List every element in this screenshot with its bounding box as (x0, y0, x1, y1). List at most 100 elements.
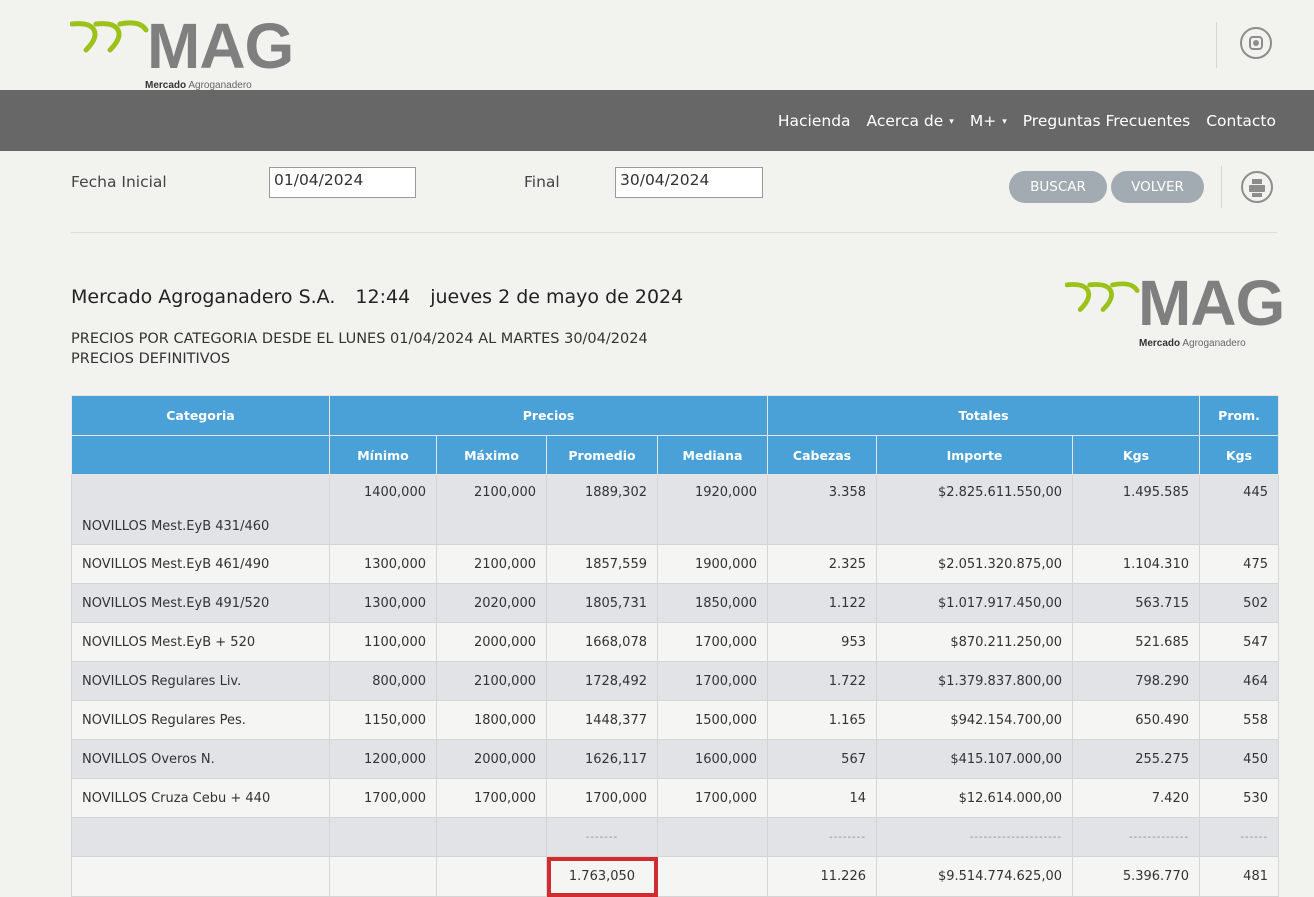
header-promedio[interactable]: Promedio (546, 435, 658, 475)
total-importe: $9.514.774.625,00 (876, 856, 1073, 897)
cell-importe: $12.614.000,00 (876, 778, 1073, 818)
cell-prom-kgs: 530 (1199, 778, 1279, 818)
cell-minimo: 1150,000 (329, 700, 437, 740)
fecha-inicial-input[interactable]: 01/04/2024 (269, 167, 416, 198)
mag-logo-icon (70, 20, 149, 53)
table-separator-row: ------- -------- -------------------- --… (71, 817, 1279, 857)
header-cabezas[interactable]: Cabezas (767, 435, 877, 475)
header-prom-kgs[interactable]: Kgs (1199, 435, 1279, 475)
cell-cabezas: 567 (767, 739, 877, 779)
fecha-inicial-label: Fecha Inicial (71, 173, 167, 191)
cell-importe: $942.154.700,00 (876, 700, 1073, 740)
cell-categoria: NOVILLOS Cruza Cebu + 440 (71, 778, 330, 818)
cell-dash-kgs: ------------- (1072, 817, 1200, 857)
header-maximo[interactable]: Máximo (436, 435, 547, 475)
cell-categoria: NOVILLOS Mest.EyB 431/460 (71, 474, 330, 545)
cell-categoria: NOVILLOS Overos N. (71, 739, 330, 779)
cell-importe: $2.825.611.550,00 (876, 474, 1073, 545)
header-categoria[interactable]: Categoria (71, 395, 330, 436)
brand-wordmark: MAG (147, 10, 294, 82)
toolbar-divider (1221, 166, 1222, 208)
cell-minimo: 1400,000 (329, 474, 437, 545)
cell-blank (71, 817, 330, 857)
cell-importe: $870.211.250,00 (876, 622, 1073, 662)
cell-cabezas: 1.722 (767, 661, 877, 701)
cell-prom-kgs: 558 (1199, 700, 1279, 740)
chevron-down-icon: ▾ (1002, 116, 1007, 127)
cell-cabezas: 3.358 (767, 474, 877, 545)
cell-dash-importe: -------------------- (876, 817, 1073, 857)
table-row: NOVILLOS Mest.EyB 491/520 1300,000 2020,… (71, 583, 1279, 623)
nav-contacto[interactable]: Contacto (1206, 112, 1276, 130)
table-row: NOVILLOS Mest.EyB + 520 1100,000 2000,00… (71, 622, 1279, 662)
cell-promedio: 1889,302 (546, 474, 658, 545)
cell-blank (436, 856, 547, 897)
table-row: NOVILLOS Regulares Pes. 1150,000 1800,00… (71, 700, 1279, 740)
cell-blank (329, 817, 437, 857)
cell-promedio: 1626,117 (546, 739, 658, 779)
chevron-down-icon: ▾ (949, 116, 954, 127)
header-kgs[interactable]: Kgs (1072, 435, 1200, 475)
nav-hacienda[interactable]: Hacienda (778, 112, 851, 130)
section-divider (71, 232, 1277, 233)
fecha-final-input[interactable]: 30/04/2024 (615, 167, 763, 198)
total-kgs: 5.396.770 (1072, 856, 1200, 897)
cell-minimo: 1700,000 (329, 778, 437, 818)
header-blank (71, 435, 330, 475)
cell-promedio: 1448,377 (546, 700, 658, 740)
volver-button[interactable]: VOLVER (1111, 171, 1204, 203)
cell-maximo: 2100,000 (436, 474, 547, 545)
mag-logo[interactable]: MAG Mercado Agroganadero (70, 10, 300, 91)
buscar-button[interactable]: BUSCAR (1009, 171, 1107, 203)
cell-dash-promedio: ------- (546, 817, 658, 857)
report-status: PRECIOS DEFINITIVOS (71, 351, 231, 367)
cell-prom-kgs: 445 (1199, 474, 1279, 545)
table-row: NOVILLOS Cruza Cebu + 440 1700,000 1700,… (71, 778, 1279, 818)
cell-promedio: 1700,000 (546, 778, 658, 818)
report-company: Mercado Agroganadero S.A. (71, 286, 336, 308)
cell-mediana: 1850,000 (657, 583, 768, 623)
cell-blank (71, 856, 330, 897)
mag-logo-icon (1065, 281, 1140, 312)
cell-prom-kgs: 475 (1199, 544, 1279, 584)
cell-categoria: NOVILLOS Mest.EyB + 520 (71, 622, 330, 662)
table-row: NOVILLOS Overos N. 1200,000 2000,000 162… (71, 739, 1279, 779)
cell-promedio: 1857,559 (546, 544, 658, 584)
header-mediana[interactable]: Mediana (657, 435, 768, 475)
report-time: 12:44 (355, 286, 411, 308)
cell-cabezas: 1.165 (767, 700, 877, 740)
nav-m-plus[interactable]: M+ ▾ (970, 112, 1007, 130)
cell-prom-kgs: 502 (1199, 583, 1279, 623)
total-cabezas: 11.226 (767, 856, 877, 897)
cell-kgs: 1.104.310 (1072, 544, 1200, 584)
instagram-icon[interactable] (1240, 27, 1272, 59)
cell-mediana: 1700,000 (657, 622, 768, 662)
table-row: NOVILLOS Regulares Liv. 800,000 2100,000… (71, 661, 1279, 701)
cell-kgs: 1.495.585 (1072, 474, 1200, 545)
cell-minimo: 800,000 (329, 661, 437, 701)
cell-maximo: 1700,000 (436, 778, 547, 818)
cell-promedio: 1805,731 (546, 583, 658, 623)
prices-table: Categoria Precios Totales Prom. Mínimo M… (71, 395, 1279, 897)
cell-kgs: 255.275 (1072, 739, 1200, 779)
report-subtitle: PRECIOS POR CATEGORIA DESDE EL LUNES 01/… (71, 331, 648, 347)
cell-cabezas: 1.122 (767, 583, 877, 623)
header-minimo[interactable]: Mínimo (329, 435, 437, 475)
cell-prom-kgs: 450 (1199, 739, 1279, 779)
header-importe[interactable]: Importe (876, 435, 1073, 475)
cell-maximo: 2000,000 (436, 622, 547, 662)
printer-icon[interactable] (1241, 171, 1273, 203)
nav-acerca-de[interactable]: Acerca de ▾ (867, 112, 954, 130)
cell-dash-prom-kgs: ------ (1199, 817, 1279, 857)
nav-preguntas-frecuentes[interactable]: Preguntas Frecuentes (1023, 112, 1190, 130)
cell-mediana: 1500,000 (657, 700, 768, 740)
cell-maximo: 2000,000 (436, 739, 547, 779)
cell-categoria: NOVILLOS Regulares Pes. (71, 700, 330, 740)
cell-dash-cabezas: -------- (767, 817, 877, 857)
cell-blank (329, 856, 437, 897)
cell-blank (436, 817, 547, 857)
cell-importe: $1.017.917.450,00 (876, 583, 1073, 623)
cell-mediana: 1900,000 (657, 544, 768, 584)
table-row: NOVILLOS Mest.EyB 431/460 1400,000 2100,… (71, 474, 1279, 545)
cell-prom-kgs: 547 (1199, 622, 1279, 662)
